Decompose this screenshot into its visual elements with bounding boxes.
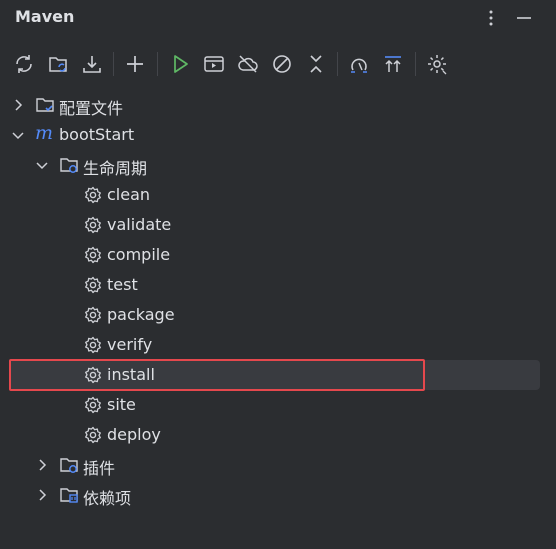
dependencies-folder-icon (60, 488, 78, 503)
lifecycle-goal-verify[interactable]: verify (0, 330, 556, 360)
goal-gear-icon (85, 426, 101, 444)
goal-label: validate (107, 215, 172, 234)
goal-gear-icon (85, 216, 101, 234)
settings-icon[interactable] (425, 52, 449, 76)
tree-node-profiles[interactable]: 配置文件 (0, 90, 556, 120)
tree-node-project[interactable]: m bootStart (0, 120, 556, 150)
reload-folder-icon[interactable] (47, 52, 71, 76)
tree-node-label: 生命周期 (83, 159, 148, 178)
collapse-icon[interactable] (304, 52, 328, 76)
minimize-icon[interactable] (514, 8, 534, 28)
reload-icon[interactable] (12, 52, 36, 76)
tree-node-plugins[interactable]: 插件 (0, 450, 556, 480)
chevron-down-icon[interactable] (10, 127, 26, 143)
goal-label: site (107, 395, 136, 414)
toolbar-separator (157, 52, 158, 76)
tree-node-dependencies[interactable]: 依赖项 (0, 480, 556, 510)
lifecycle-goal-compile[interactable]: compile (0, 240, 556, 270)
lifecycle-goal-clean[interactable]: clean (0, 180, 556, 210)
profiles-folder-icon (36, 98, 54, 112)
plugins-folder-icon (60, 458, 78, 473)
chevron-right-icon[interactable] (34, 487, 50, 503)
goal-label: deploy (107, 425, 161, 444)
run-configuration-icon[interactable] (202, 52, 226, 76)
goal-gear-icon (85, 246, 101, 264)
lifecycle-goal-site[interactable]: site (0, 390, 556, 420)
add-icon[interactable] (123, 52, 147, 76)
maven-toolbar (0, 48, 556, 80)
goal-gear-icon (85, 306, 101, 324)
toolbar-separator (113, 52, 114, 76)
goal-label: test (107, 275, 138, 294)
show-dependencies-icon[interactable] (381, 52, 405, 76)
lifecycle-goal-validate[interactable]: validate (0, 210, 556, 240)
maven-project-icon: m (35, 122, 54, 144)
analyze-dependencies-icon[interactable] (347, 52, 371, 76)
goal-gear-icon (85, 186, 101, 204)
more-options-icon[interactable] (481, 8, 501, 28)
skip-tests-icon[interactable] (270, 52, 294, 76)
toolbar-separator (337, 52, 338, 76)
run-icon[interactable] (168, 52, 192, 76)
offline-mode-icon[interactable] (236, 52, 260, 76)
goal-gear-icon (85, 336, 101, 354)
toolbar-separator (415, 52, 416, 76)
chevron-right-icon[interactable] (10, 97, 26, 113)
goal-label: package (107, 305, 175, 324)
tree-node-label: 配置文件 (59, 99, 124, 118)
tree-node-label: 插件 (83, 459, 116, 478)
chevron-down-icon[interactable] (34, 157, 50, 173)
tree-node-label: 依赖项 (83, 489, 132, 508)
lifecycle-goal-package[interactable]: package (0, 300, 556, 330)
tool-window-header: Maven (0, 0, 556, 36)
tree-node-lifecycle[interactable]: 生命周期 (0, 150, 556, 180)
goal-gear-icon (85, 396, 101, 414)
lifecycle-goal-test[interactable]: test (0, 270, 556, 300)
chevron-right-icon[interactable] (34, 457, 50, 473)
lifecycle-folder-icon (60, 158, 78, 173)
tool-window-title: Maven (15, 7, 75, 26)
goal-label: compile (107, 245, 171, 264)
download-icon[interactable] (80, 52, 104, 76)
selection-highlight-annotation (9, 359, 425, 391)
lifecycle-goal-deploy[interactable]: deploy (0, 420, 556, 450)
tree-node-label: bootStart (59, 125, 135, 144)
goal-label: verify (107, 335, 153, 354)
goal-label: clean (107, 185, 151, 204)
goal-gear-icon (85, 276, 101, 294)
